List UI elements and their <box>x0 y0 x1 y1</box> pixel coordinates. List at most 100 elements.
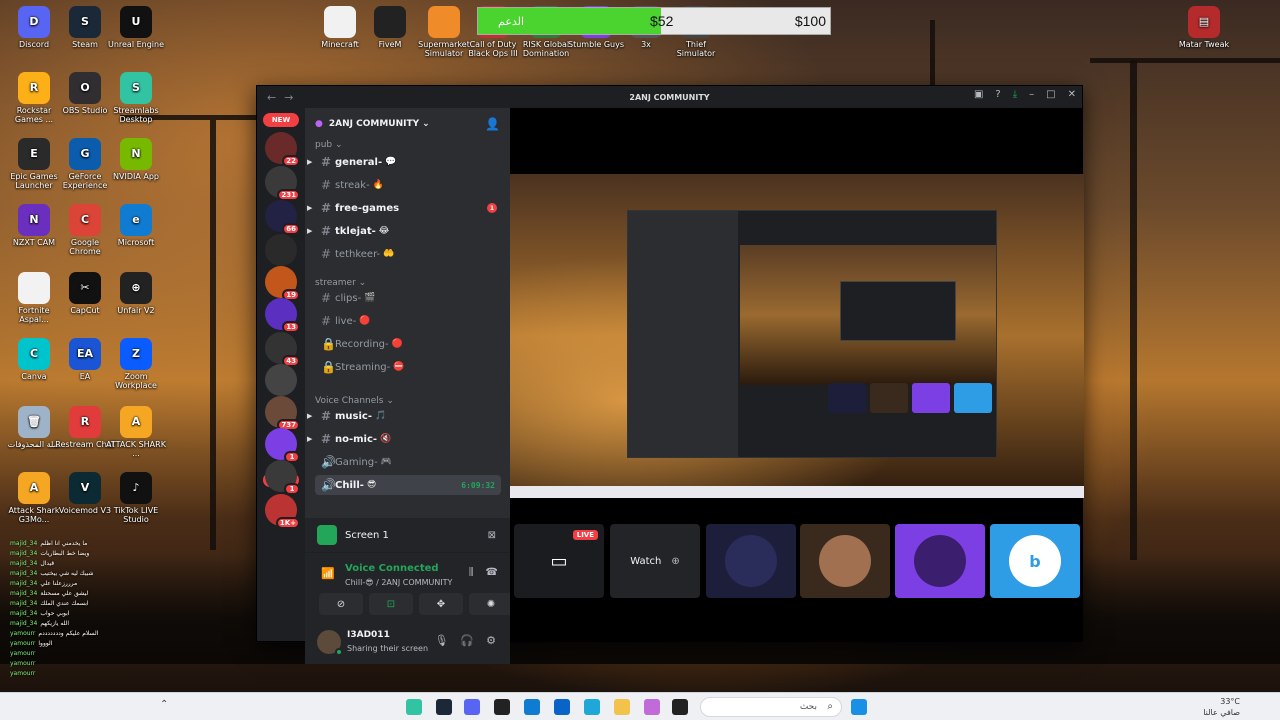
voice-location[interactable]: Chill-😎 / 2ANJ COMMUNITY <box>345 578 452 587</box>
copilot-taskbar-icon[interactable] <box>644 699 660 715</box>
channel-category[interactable]: pub ⌄ <box>315 140 343 150</box>
help-icon[interactable]: ? <box>995 89 1000 100</box>
server-icon[interactable] <box>265 364 297 396</box>
store-taskbar-icon[interactable] <box>524 699 540 715</box>
category-name: streamer <box>315 278 356 288</box>
channel-category[interactable]: streamer ⌄ <box>315 278 366 288</box>
channel-item[interactable]: 🔊 Gaming- 🎮 <box>315 452 501 472</box>
desktop-icon[interactable]: N NVIDIA App <box>106 138 166 181</box>
explorer-taskbar-icon[interactable] <box>614 699 630 715</box>
add-member-icon[interactable]: 👤 <box>485 117 500 131</box>
channel-item[interactable]: ▶ # music- 🎵 <box>307 406 501 426</box>
chevron-down-icon: ⌄ <box>332 140 343 150</box>
desktop-icon-matar-tweak[interactable]: ▤ Matar Tweak <box>1174 6 1234 49</box>
voice-status[interactable]: Voice Connected <box>345 563 439 574</box>
participant-tile[interactable] <box>895 524 985 598</box>
app-icon: A <box>18 472 50 504</box>
system-tray: ⌃ <box>10 699 168 710</box>
participant-tile[interactable]: b <box>990 524 1080 598</box>
desktop-icon[interactable]: e Microsoft <box>106 204 166 247</box>
desktop-icon[interactable]: ♪ TikTok LIVE Studio <box>106 472 166 524</box>
desktop-icon-label: Rockstar Games ... <box>14 106 54 125</box>
live-stream-tile[interactable]: LIVE ▭ <box>514 524 604 598</box>
channel-item[interactable]: # streak- 🔥 <box>315 175 501 195</box>
channel-name: Recording- <box>335 338 389 350</box>
participant-tile[interactable] <box>706 524 796 598</box>
stop-share-icon[interactable]: ⊠ <box>488 530 496 541</box>
desktop-icon[interactable]: ⊕ Unfair V2 <box>106 272 166 315</box>
screen-share-row[interactable]: Screen 1 ⊠ <box>305 518 510 552</box>
mini-tile <box>828 383 866 413</box>
app-icon: ♪ <box>120 472 152 504</box>
headphones-icon[interactable]: 🎧 <box>460 634 474 647</box>
server-icon[interactable]: 231 <box>265 166 300 201</box>
server-icon[interactable]: 1K+ <box>265 494 300 529</box>
channel-category[interactable]: Voice Channels ⌄ <box>315 396 394 406</box>
channel-item[interactable]: ▶ # tklejat- 😂 <box>307 221 501 241</box>
noise-suppression-icon[interactable]: ⫼ <box>469 567 474 578</box>
server-icon[interactable]: 19 <box>265 266 300 301</box>
desktop-icon[interactable]: FiveM <box>360 6 420 49</box>
disconnect-icon[interactable]: ☎ <box>486 567 498 578</box>
steam-taskbar-icon[interactable] <box>436 699 452 715</box>
weather-widget[interactable]: 33°C صافي عالنا <box>1203 696 1240 718</box>
channel-item[interactable]: # clips- 🎬 <box>315 288 501 308</box>
server-icon[interactable]: 66 <box>265 200 300 235</box>
download-icon[interactable]: ⤓ <box>1013 89 1017 100</box>
channel-item[interactable]: ▶ # free-games 1 <box>307 198 501 218</box>
tray-up-arrow-icon[interactable]: ⌃ <box>160 699 168 710</box>
soundboard-button[interactable]: ✺ <box>469 593 513 615</box>
minimize-icon[interactable]: – <box>1029 89 1034 100</box>
camera-button[interactable]: ⊘ <box>319 593 363 615</box>
watch-tile[interactable]: Watch ⊕ <box>610 524 700 598</box>
unread-indicator-icon: ▶ <box>307 227 313 235</box>
screen-share-button[interactable]: ⊡ <box>369 593 413 615</box>
desktop-icon[interactable]: A ATTACK SHARK ... <box>106 406 166 458</box>
server-icon[interactable]: 22 <box>265 132 300 167</box>
inbox-icon[interactable]: ▣ <box>974 89 983 100</box>
popout-icon[interactable]: ⊕ <box>671 556 679 567</box>
channel-item[interactable]: # tethkeer- 🤲 <box>315 244 501 264</box>
app-icon: R <box>18 72 50 104</box>
channel-item[interactable]: 🔒 Recording- 🔴 <box>315 334 501 354</box>
server-icon[interactable]: 13 <box>265 298 300 333</box>
settings-gear-icon[interactable]: ⚙ <box>486 634 496 647</box>
server-icon[interactable]: 1 <box>265 460 300 495</box>
desktop-icon[interactable]: U Unreal Engine <box>106 6 166 49</box>
desktop-icon[interactable]: Z Zoom Workplace <box>106 338 166 390</box>
app-icon: O <box>69 72 101 104</box>
hash-icon: # <box>321 201 332 215</box>
edge-taskbar-icon[interactable] <box>584 699 600 715</box>
maximize-icon[interactable]: □ <box>1046 89 1055 100</box>
terminal-taskbar-icon[interactable] <box>672 699 688 715</box>
watch-button[interactable]: Watch <box>630 556 661 567</box>
guild-header[interactable]: ● 2ANJ COMMUNITY ⌄ 👤 <box>305 108 510 140</box>
user-panel[interactable]: I3AD011 Sharing their screen 🎙 🎧 ⚙ <box>305 622 510 664</box>
stream-view[interactable] <box>510 174 1084 498</box>
microphone-icon[interactable]: 🎙 <box>434 634 448 647</box>
taskbar-search[interactable]: بحث ⌕ <box>700 697 842 717</box>
server-icon[interactable]: 43 <box>265 332 300 367</box>
server-icon[interactable]: 1 <box>265 428 300 463</box>
channel-item[interactable]: ▶ # no-mic- 🔇 <box>307 429 501 449</box>
fivem-taskbar-icon[interactable] <box>494 699 510 715</box>
channel-item[interactable]: 🔊 Chill- 😎 6:09:32 <box>315 475 501 495</box>
windows-start-icon[interactable] <box>851 699 867 715</box>
server-icon[interactable]: 737 <box>265 396 300 431</box>
channel-item[interactable]: 🔒 Streaming- ⛔ <box>315 357 501 377</box>
taskbar-app-icon[interactable] <box>406 699 422 715</box>
desktop-icon[interactable]: S Streamlabs Desktop <box>106 72 166 124</box>
chat-username: majid_34 <box>10 560 38 567</box>
server-icon[interactable] <box>265 234 297 266</box>
channel-item[interactable]: # live- 🔴 <box>315 311 501 331</box>
participant-avatar <box>819 535 871 587</box>
close-icon[interactable]: ✕ <box>1068 89 1076 100</box>
activities-button[interactable]: ✥ <box>419 593 463 615</box>
discord-titlebar: ← → 2ANJ COMMUNITY ▣ ? ⤓ – □ ✕ <box>257 86 1082 108</box>
discord-taskbar-icon[interactable] <box>464 699 480 715</box>
participant-tile[interactable] <box>800 524 890 598</box>
desktop-icon-label: RISK Global Domination <box>522 40 570 59</box>
voice-channel-icon: 🔊 <box>321 478 336 492</box>
outlook-taskbar-icon[interactable] <box>554 699 570 715</box>
channel-item[interactable]: ▶ # general- 💬 <box>307 152 501 172</box>
